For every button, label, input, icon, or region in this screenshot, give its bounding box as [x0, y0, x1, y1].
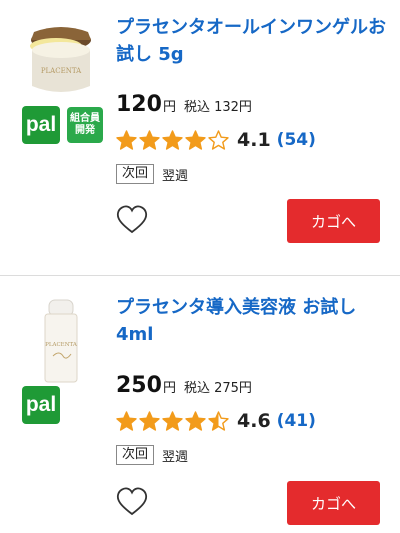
product-image[interactable]: PLACENTA [22, 16, 100, 98]
pal-badge-label: pal [25, 113, 57, 136]
delivery-info: 次回 翌週 [116, 445, 188, 465]
star-full-icon [139, 410, 160, 431]
svg-text:PLACENTA: PLACENTA [45, 342, 78, 348]
star-empty-icon [208, 129, 229, 150]
price-unit: 円 [162, 381, 176, 396]
member-developed-badge: 組合員 開発 [67, 107, 103, 143]
star-full-icon [185, 129, 206, 150]
star-full-icon [116, 410, 137, 431]
price-unit: 円 [162, 100, 176, 115]
delivery-week: 翌週 [162, 449, 189, 465]
price-row: 120 円 税込 132円 [116, 92, 252, 117]
price: 250 [116, 373, 162, 398]
star-rating [116, 410, 231, 432]
delivery-info: 次回 翌週 [116, 164, 188, 184]
star-full-icon [162, 410, 183, 431]
pal-badge: pal [22, 386, 60, 424]
member-badge-line2: 開発 [75, 125, 95, 136]
product-title-link[interactable]: プラセンタ導入美容液 お試し 4ml [116, 294, 386, 348]
add-to-cart-button[interactable]: カゴへ [287, 481, 380, 525]
review-count-link[interactable]: (41) [277, 411, 316, 431]
star-rating [116, 129, 231, 151]
price-row: 250 円 税込 275円 [116, 373, 252, 398]
star-full-icon [116, 129, 137, 150]
tax-included-price: 税込 132円 [183, 100, 252, 115]
star-full-icon [139, 129, 160, 150]
star-full-icon [162, 129, 183, 150]
rating-row: 4.1 (54) [116, 129, 316, 151]
pal-badge: pal [22, 106, 60, 144]
tax-included-price: 税込 275円 [183, 381, 252, 396]
favorite-heart-icon[interactable] [116, 205, 148, 235]
rating-row: 4.6 (41) [116, 410, 316, 432]
next-delivery-tag: 次回 [116, 164, 155, 184]
member-badge-line1: 組合員 [70, 113, 100, 124]
favorite-heart-icon[interactable] [116, 487, 148, 517]
serum-bottle-image: PLACENTA [44, 299, 78, 383]
product-card: PLACENTA pal 組合員 開発 プラセンタオールインワンゲルお試し 5g… [0, 0, 400, 276]
price: 120 [116, 92, 162, 117]
delivery-week: 翌週 [162, 168, 189, 184]
rating-value: 4.6 [237, 410, 271, 432]
star-half-icon [208, 410, 229, 431]
product-title-link[interactable]: プラセンタオールインワンゲルお試し 5g [116, 14, 386, 68]
next-delivery-tag: 次回 [116, 445, 155, 465]
review-count-link[interactable]: (54) [277, 130, 316, 150]
pal-badge-label: pal [25, 393, 57, 416]
product-image[interactable]: PLACENTA [22, 294, 100, 386]
rating-value: 4.1 [237, 129, 271, 151]
add-to-cart-button[interactable]: カゴへ [287, 199, 380, 243]
product-card: PLACENTA pal プラセンタ導入美容液 お試し 4ml 250 円 税込… [0, 276, 400, 533]
star-full-icon [185, 410, 206, 431]
cream-jar-image: PLACENTA [30, 27, 91, 92]
svg-text:PLACENTA: PLACENTA [41, 67, 82, 75]
